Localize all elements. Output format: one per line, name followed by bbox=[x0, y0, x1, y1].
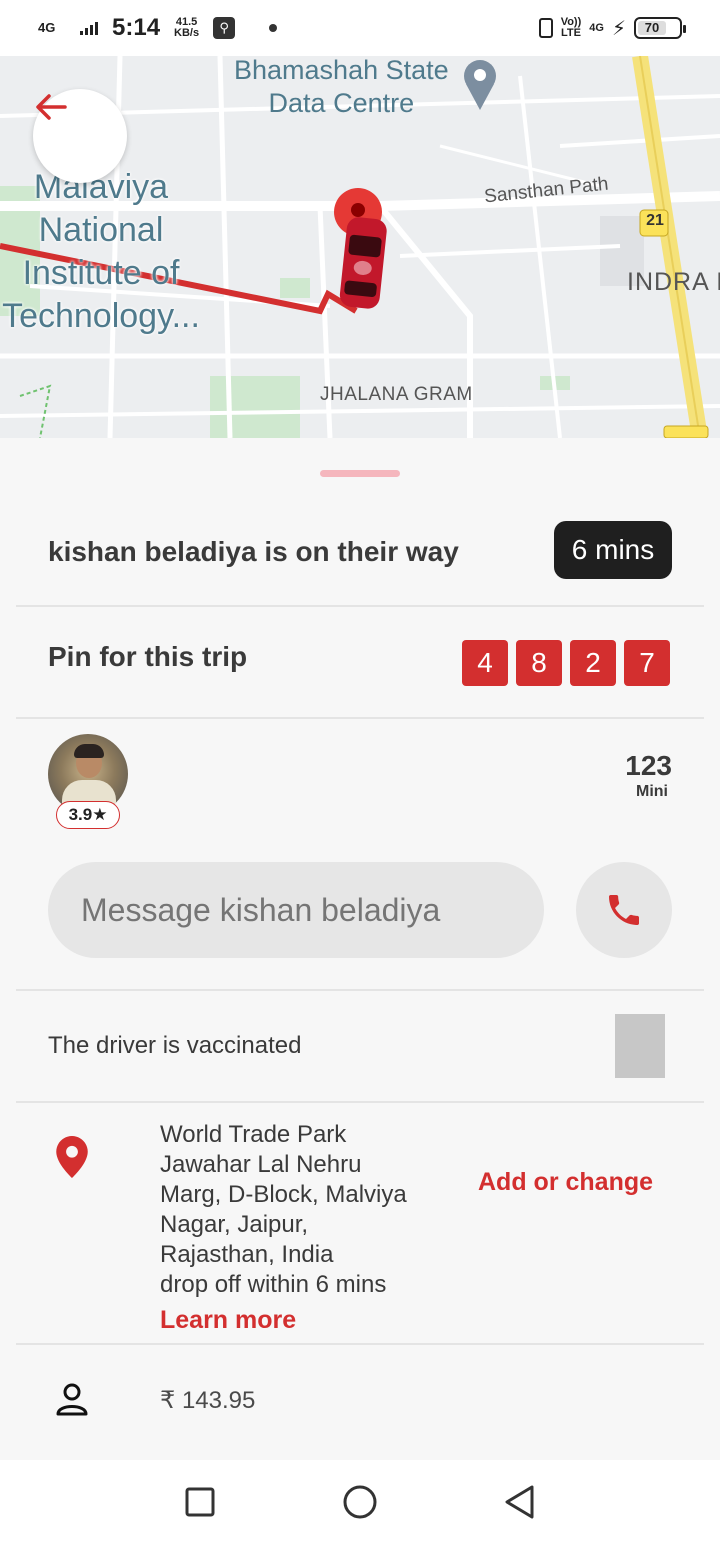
dropoff-eta-text: drop off within 6 mins bbox=[160, 1271, 387, 1298]
map-label-area: INDRA N bbox=[627, 268, 720, 296]
divider bbox=[16, 1101, 704, 1103]
divider bbox=[16, 989, 704, 991]
map-label-area: JHALANA GRAM bbox=[320, 384, 473, 405]
address-line: Jawahar Lal Nehru bbox=[160, 1151, 362, 1178]
pin-digit: 4 bbox=[462, 640, 508, 686]
network-type-right: 4G bbox=[589, 21, 604, 34]
usb-icon: ⚲ bbox=[213, 17, 236, 39]
address-line: Marg, D-Block, Malviya bbox=[160, 1181, 407, 1208]
learn-more-link[interactable]: Learn more bbox=[160, 1306, 296, 1335]
net-speed: 41.5 KB/s bbox=[174, 16, 200, 39]
vibrate-icon bbox=[538, 18, 553, 38]
arrow-left-icon bbox=[36, 94, 67, 120]
home-button[interactable] bbox=[330, 1472, 390, 1532]
highway-center-line bbox=[639, 56, 701, 438]
sheet-drag-handle[interactable] bbox=[320, 470, 400, 477]
circle-icon bbox=[343, 1485, 377, 1519]
clock: 5:14 bbox=[112, 14, 161, 41]
location-pin-icon bbox=[56, 1136, 88, 1178]
back-button[interactable] bbox=[33, 89, 127, 183]
pin-digit: 8 bbox=[516, 640, 562, 686]
phone-icon bbox=[609, 895, 639, 925]
status-bar: 4G 5:14 41.5 KB/s ⚲ Vo)) LTE 4G ⚡ 70 bbox=[0, 0, 720, 56]
notification-dot-icon bbox=[269, 24, 278, 32]
back-nav-button[interactable] bbox=[490, 1472, 550, 1532]
driver-status-text: kishan beladiya is on their way bbox=[48, 536, 459, 567]
vehicle-type: Mini bbox=[636, 783, 668, 800]
eta-badge: 6 mins bbox=[554, 521, 672, 579]
call-driver-button[interactable] bbox=[576, 862, 672, 958]
destination-address: World Trade Park Jawahar Lal Nehru Marg,… bbox=[160, 1120, 450, 1300]
driver-rating-badge: 3.9★ bbox=[56, 801, 120, 829]
route-shield-icon bbox=[663, 425, 709, 438]
signal-icon bbox=[80, 21, 98, 35]
pin-digit: 7 bbox=[624, 640, 670, 686]
volte-indicator: Vo)) LTE bbox=[560, 16, 582, 39]
trip-details-sheet: kishan beladiya is on their way 6 mins P… bbox=[0, 438, 720, 1460]
divider bbox=[16, 717, 704, 719]
vehicle-plate: 123 bbox=[625, 750, 672, 781]
vaccinated-text: The driver is vaccinated bbox=[48, 1032, 302, 1059]
message-driver-input[interactable] bbox=[48, 862, 544, 958]
system-nav-bar bbox=[0, 1460, 720, 1544]
walking-path bbox=[19, 384, 52, 438]
square-icon bbox=[185, 1487, 215, 1517]
address-line: World Trade Park bbox=[160, 1121, 347, 1148]
battery-level: 70 bbox=[638, 21, 666, 35]
battery-icon: 70 bbox=[634, 17, 686, 39]
park-area bbox=[210, 376, 300, 438]
map-label-route-number: 21 bbox=[646, 212, 664, 229]
charging-icon: ⚡ bbox=[611, 17, 626, 40]
divider bbox=[16, 605, 704, 607]
divider bbox=[16, 1343, 704, 1345]
person-icon bbox=[56, 1383, 88, 1416]
park-area bbox=[280, 278, 310, 298]
add-or-change-destination-button[interactable]: Add or change bbox=[478, 1168, 653, 1197]
fare-amount: ₹ 143.95 bbox=[160, 1387, 256, 1414]
recents-button[interactable] bbox=[170, 1472, 230, 1532]
map-label-institute: Malaviya National Institute of Technology..… bbox=[2, 168, 200, 335]
network-type: 4G bbox=[38, 20, 56, 35]
trip-pin-label: Pin for this trip bbox=[48, 641, 248, 672]
vaccination-badge-icon bbox=[615, 1014, 665, 1078]
map-view[interactable]: Bhamashah State Data Centre Malaviya Natio… bbox=[0, 56, 720, 438]
trip-pin: 4 8 2 7 bbox=[462, 640, 670, 686]
address-line: Nagar, Jaipur, bbox=[160, 1211, 309, 1238]
pin-digit: 2 bbox=[570, 640, 616, 686]
map-label-poi: Bhamashah State Data Centre bbox=[234, 56, 449, 118]
address-line: Rajasthan, India bbox=[160, 1241, 334, 1268]
triangle-back-icon bbox=[505, 1485, 534, 1519]
